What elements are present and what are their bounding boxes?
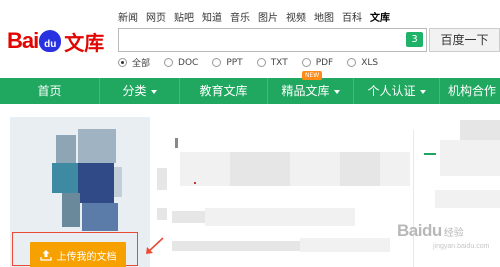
radio-label: PPT [226,57,243,68]
blurred-content [380,152,410,186]
search-input[interactable] [118,28,427,52]
red-arrow-icon [146,237,164,254]
top-link-zhidao[interactable]: 知道 [202,9,222,24]
nav-certification[interactable]: 个人认证 [354,78,440,104]
watermark-text: Baidu [397,221,442,240]
baidu-wenku-logo[interactable]: Bai du 文库 [7,28,105,55]
baidu-jingyan-watermark: Baidu 经验 jingyan.baidu.com [397,221,489,250]
radio-icon [212,58,222,67]
blurred-content [175,138,178,148]
radio-label: DOC [178,57,199,68]
watermark-sub: jingyan.baidu.com [433,243,490,250]
radio-doc[interactable]: DOC [164,56,198,69]
blurred-content [230,152,290,186]
nav-home[interactable]: 首页 [0,78,100,104]
radio-label: PDF [315,57,334,68]
main-nav: 首页 分类 教育文库 精品文库 个人认证 机构合作 [0,78,500,104]
nav-label: 首页 [37,84,62,98]
caret-down-icon [333,89,340,94]
blurred-content [205,208,355,226]
top-link-map[interactable]: 地图 [314,9,334,24]
blurred-content [460,120,500,140]
nav-label: 精品文库 [281,84,330,98]
top-link-video[interactable]: 视频 [286,9,306,24]
blurred-content [157,168,167,190]
logo-wenku-text: 文库 [64,30,105,55]
radio-ppt[interactable]: PPT [212,56,243,69]
radio-xls[interactable]: XLS [347,56,378,69]
top-link-images[interactable]: 图片 [258,9,278,24]
blurred-content [300,238,390,252]
divider [413,130,414,267]
top-link-baike[interactable]: 百科 [342,9,362,24]
blurred-content [157,208,167,220]
upload-icon [39,250,52,261]
radio-icon [347,58,357,67]
nav-category[interactable]: 分类 [100,78,180,104]
radio-icon [164,58,174,67]
top-link-music[interactable]: 音乐 [230,9,250,24]
blurred-content [440,140,500,176]
top-link-web[interactable]: 网页 [146,9,166,24]
nav-label: 机构合作 [448,84,497,98]
doc-type-filter: 全部 DOC PPT TXT PDF XLS [118,56,392,69]
caret-down-icon [419,89,426,94]
blurred-content [435,190,500,208]
search-button[interactable]: 百度一下 [429,28,500,52]
logo-du-text: du [44,39,57,50]
top-links: 新闻 网页 贴吧 知道 音乐 图片 视频 地图 百科 文库 [118,9,398,24]
avatar [52,127,122,237]
radio-pdf[interactable]: PDF [301,56,334,69]
nav-partnership[interactable]: 机构合作 [440,78,500,104]
blurred-content [424,153,436,155]
new-badge: NEW [302,71,323,80]
radio-icon [301,58,311,67]
nav-education[interactable]: 教育文库 [180,78,268,104]
radio-icon [256,58,266,67]
upload-button-label: 上传我的文档 [56,251,117,263]
search-count-badge: 3 [406,32,423,47]
nav-premium[interactable]: 精品文库 [268,78,354,104]
upload-document-button[interactable]: 上传我的文档 [30,242,126,267]
radio-label: 全部 [132,59,151,69]
watermark-cn: 经验 [443,227,464,239]
radio-all[interactable]: 全部 [118,56,150,69]
caret-down-icon [150,89,157,94]
radio-label: XLS [361,57,379,68]
radio-label: TXT [270,57,288,68]
top-link-news[interactable]: 新闻 [118,9,138,24]
radio-txt[interactable]: TXT [256,56,288,69]
paw-icon: du [39,30,62,52]
top-link-tieba[interactable]: 贴吧 [174,9,194,24]
blurred-content [172,241,302,251]
nav-label: 分类 [122,84,147,98]
top-link-wenku[interactable]: 文库 [370,9,390,24]
logo-bai-text: Bai [7,28,39,53]
nav-label: 个人认证 [367,84,416,98]
blurred-content [340,152,380,186]
radio-checked-icon [118,58,127,67]
nav-label: 教育文库 [199,84,248,98]
blurred-content [194,182,196,184]
